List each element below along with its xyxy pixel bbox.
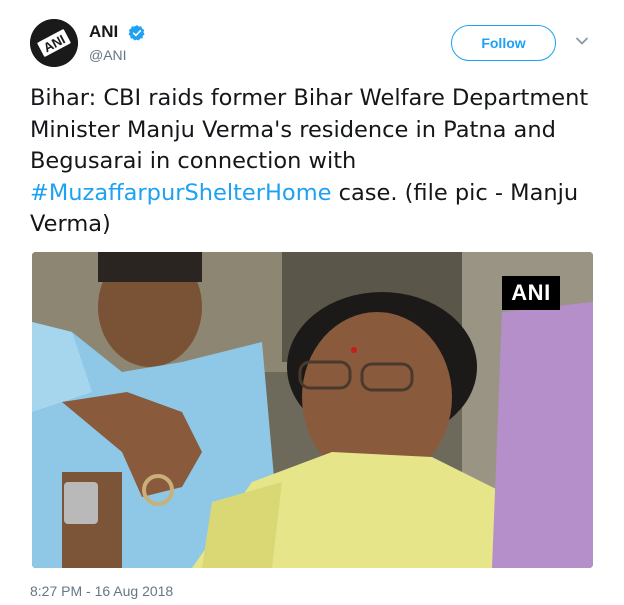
tweet-text-body: Bihar: CBI raids former Bihar Welfare De…: [30, 85, 589, 174]
tweet-card: ANI ANI @ANI Follow Bihar: CBI raids for…: [0, 0, 624, 605]
follow-button[interactable]: Follow: [451, 25, 556, 61]
verified-badge-icon: [128, 25, 145, 41]
tweet-text: Bihar: CBI raids former Bihar Welfare De…: [30, 83, 610, 241]
user-handle[interactable]: @ANI: [89, 47, 127, 63]
hashtag-link[interactable]: #MuzaffarpurShelterHome: [30, 180, 331, 206]
timestamp[interactable]: 8:27 PM - 16 Aug 2018: [30, 583, 173, 599]
ani-watermark: ANI: [502, 276, 560, 310]
chevron-down-icon[interactable]: [575, 36, 589, 46]
avatar[interactable]: ANI: [30, 19, 78, 67]
display-name[interactable]: ANI: [89, 22, 118, 42]
